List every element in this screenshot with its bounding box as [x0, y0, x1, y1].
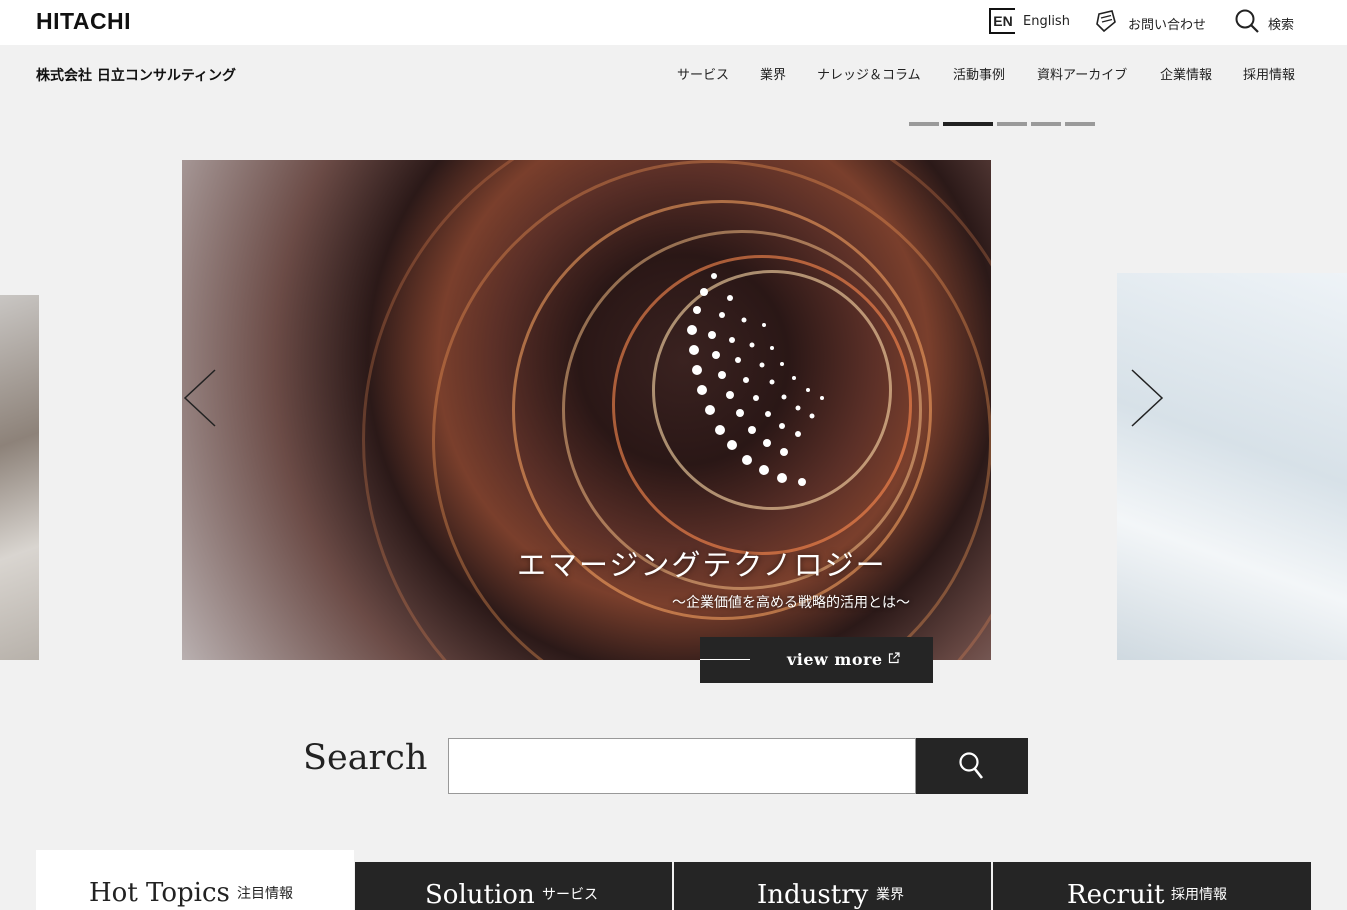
carousel-dot[interactable]: [909, 122, 939, 126]
tab-industry-sub: 業界: [876, 887, 904, 903]
english-link[interactable]: EN English: [989, 8, 1070, 34]
nav-item-recruit[interactable]: 採用情報: [1243, 64, 1295, 83]
carousel-dot-active[interactable]: [943, 122, 993, 126]
nav-item-archive[interactable]: 資料アーカイブ: [1037, 64, 1127, 83]
header-search-label: 検索: [1268, 17, 1295, 33]
tab-hot-topics-label: Hot Topics: [89, 878, 230, 908]
view-more-button[interactable]: view more: [700, 637, 933, 683]
site-search-input[interactable]: [448, 738, 916, 794]
carousel-dot[interactable]: [997, 122, 1027, 126]
view-more-arrow-line: [700, 659, 750, 660]
header-search-link[interactable]: 検索: [1234, 8, 1294, 38]
hero-subtitle: ～企業価値を高める戦略的活用とは～: [672, 595, 910, 611]
next-slide-preview[interactable]: [1117, 273, 1347, 660]
hitachi-logo[interactable]: HITACHI: [36, 8, 131, 35]
search-heading: Search: [303, 738, 428, 778]
sub-header: 株式会社 日立コンサルティング サービス 業界 ナレッジ＆コラム 活動事例 資料…: [0, 45, 1347, 103]
tab-recruit[interactable]: Recruit 採用情報: [993, 862, 1311, 910]
search-button-icon: [959, 752, 984, 779]
tab-industry[interactable]: Industry 業界: [674, 862, 991, 910]
carousel-prev-arrow-icon[interactable]: [183, 368, 217, 428]
nav-item-industry[interactable]: 業界: [760, 64, 786, 83]
nav-item-knowledge[interactable]: ナレッジ＆コラム: [817, 64, 921, 83]
tab-recruit-label: Recruit: [1067, 880, 1165, 910]
tab-solution-sub: サービス: [542, 887, 598, 903]
dotted-globe-graphic: [687, 273, 824, 486]
carousel-pagination: [909, 122, 1095, 126]
carousel-next-arrow-icon[interactable]: [1130, 368, 1164, 428]
tab-solution[interactable]: Solution サービス: [355, 862, 672, 910]
company-name[interactable]: 株式会社 日立コンサルティング: [36, 65, 236, 85]
carousel-dot[interactable]: [1065, 122, 1095, 126]
hero-slide[interactable]: エマージングテクノロジー ～企業価値を高める戦略的活用とは～: [182, 160, 991, 660]
top-header: HITACHI EN English お問い合わせ 検索: [0, 0, 1347, 45]
contact-icon: [1094, 8, 1120, 38]
nav-item-cases[interactable]: 活動事例: [953, 64, 1005, 83]
hero-title: エマージングテクノロジー: [517, 548, 887, 582]
tab-hot-topics[interactable]: Hot Topics 注目情報: [36, 850, 354, 910]
external-link-icon: [888, 652, 900, 664]
tab-solution-label: Solution: [425, 880, 535, 910]
nav-item-company[interactable]: 企業情報: [1160, 64, 1212, 83]
english-label: English: [1023, 13, 1070, 29]
prev-slide-preview[interactable]: [0, 295, 39, 660]
nav-item-service[interactable]: サービス: [677, 64, 729, 83]
search-icon: [1234, 8, 1260, 38]
tab-industry-label: Industry: [757, 880, 869, 910]
contact-link[interactable]: お問い合わせ: [1094, 8, 1206, 38]
en-icon: EN: [989, 8, 1015, 34]
carousel-dot[interactable]: [1031, 122, 1061, 126]
tab-hot-topics-sub: 注目情報: [237, 886, 293, 902]
tab-recruit-sub: 採用情報: [1171, 887, 1227, 903]
contact-label: お問い合わせ: [1128, 17, 1207, 33]
view-more-label: view more: [787, 650, 883, 669]
site-search-button[interactable]: [916, 738, 1028, 794]
